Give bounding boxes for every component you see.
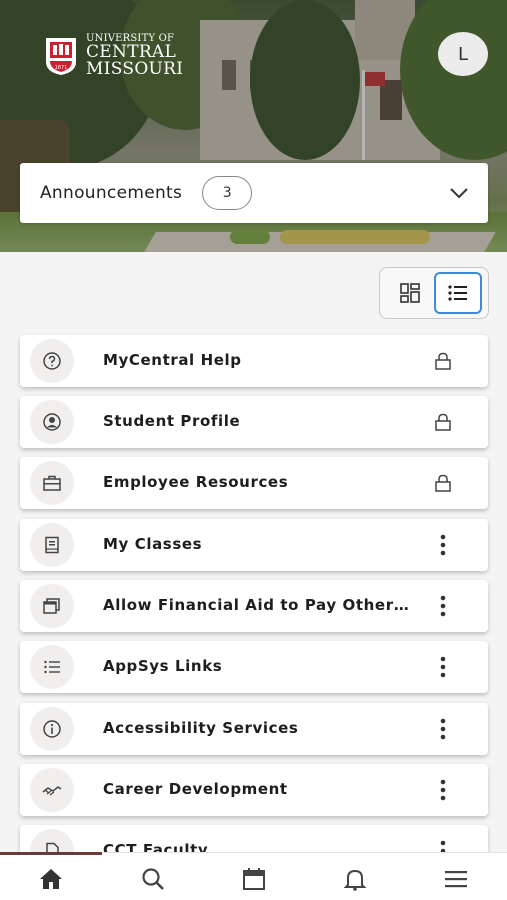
grid-view-icon	[400, 283, 420, 303]
question-circle-icon	[30, 339, 74, 383]
home-icon[interactable]	[37, 867, 65, 891]
book-icon	[30, 523, 74, 567]
more-vertical-icon[interactable]	[430, 594, 456, 618]
logo-line-3: MISSOURI	[86, 59, 184, 79]
lock-icon	[430, 471, 456, 495]
card-label: AppSys Links	[103, 657, 223, 675]
university-logo[interactable]: 1871 UNIVERSITY OF CENTRAL MISSOURI	[44, 34, 183, 78]
lock-icon	[430, 410, 456, 434]
card-career-development[interactable]: Career Development	[20, 764, 488, 816]
card-appsys-links[interactable]: AppSys Links	[20, 641, 488, 693]
list-view-icon	[448, 285, 467, 301]
card-label: Employee Resources	[103, 473, 289, 491]
card-accessibility-services[interactable]: Accessibility Services	[20, 703, 488, 755]
calendar-icon[interactable]	[240, 867, 268, 891]
bottom-navigation	[0, 852, 507, 900]
card-label: Career Development	[103, 780, 288, 798]
handshake-icon	[30, 768, 74, 812]
user-avatar-button[interactable]: L	[438, 32, 488, 76]
more-vertical-icon[interactable]	[430, 778, 456, 802]
card-my-classes[interactable]: My Classes	[20, 519, 488, 571]
view-toggle	[379, 267, 489, 319]
more-vertical-icon[interactable]	[430, 533, 456, 557]
bell-icon[interactable]	[341, 867, 369, 891]
avatar-initial: L	[457, 43, 469, 65]
chevron-down-icon[interactable]	[448, 183, 470, 203]
card-label: Accessibility Services	[103, 719, 299, 737]
announcements-panel[interactable]: Announcements 3	[20, 163, 488, 223]
card-label: Allow Financial Aid to Pay Other Charges	[103, 596, 413, 614]
card-employee-resources[interactable]: Employee Resources	[20, 457, 488, 509]
user-circle-icon	[30, 400, 74, 444]
active-tab-indicator	[0, 852, 102, 855]
card-label: MyCentral Help	[103, 351, 242, 369]
card-mycentral-help[interactable]: MyCentral Help	[20, 335, 488, 387]
windows-icon	[30, 584, 74, 628]
list-icon	[30, 645, 74, 689]
list-view-button[interactable]	[434, 272, 482, 314]
card-allow-financial-aid[interactable]: Allow Financial Aid to Pay Other Charges	[20, 580, 488, 632]
card-label: Student Profile	[103, 412, 241, 430]
lock-icon	[430, 349, 456, 373]
grid-view-button[interactable]	[386, 272, 434, 314]
more-vertical-icon[interactable]	[430, 655, 456, 679]
more-vertical-icon[interactable]	[430, 717, 456, 741]
search-icon[interactable]	[139, 867, 167, 891]
svg-text:1871: 1871	[55, 65, 68, 71]
info-circle-icon	[30, 707, 74, 751]
announcements-title: Announcements	[40, 183, 183, 203]
card-label: My Classes	[103, 535, 203, 553]
announcements-count-badge: 3	[202, 176, 253, 210]
menu-icon[interactable]	[442, 867, 470, 891]
card-student-profile[interactable]: Student Profile	[20, 396, 488, 448]
briefcase-icon	[30, 461, 74, 505]
university-seal-icon: 1871	[44, 36, 78, 76]
